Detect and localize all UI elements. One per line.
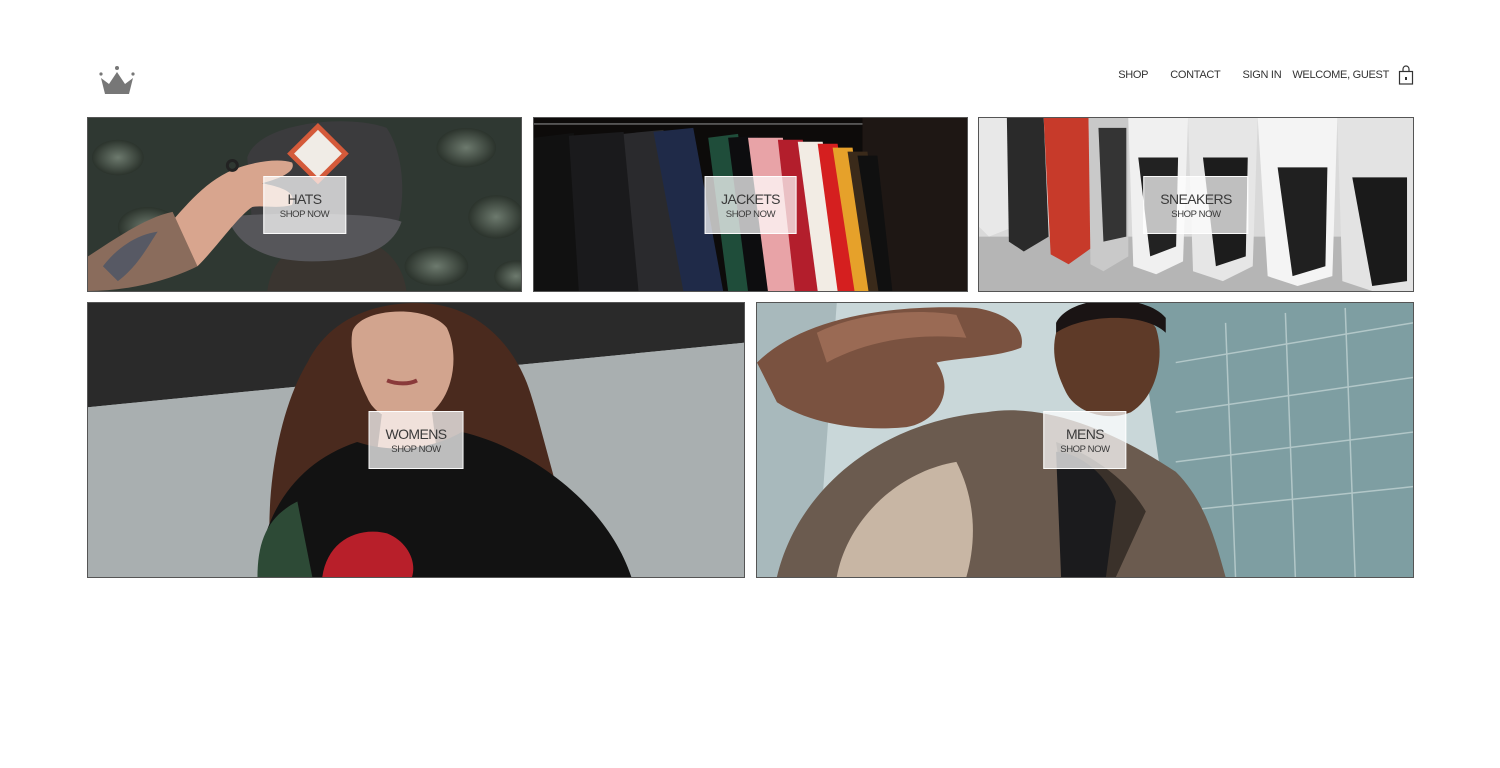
category-tile-womens[interactable]: WOMENS SHOP NOW: [87, 302, 745, 578]
mens-label-box[interactable]: MENS SHOP NOW: [1043, 411, 1127, 469]
jackets-label-box[interactable]: JACKETS SHOP NOW: [704, 175, 797, 234]
main-nav: SHOP CONTACT SIGN IN WELCOME, GUEST: [1118, 65, 1414, 85]
category-title: HATS: [287, 190, 323, 207]
shop-now-label: SHOP NOW: [391, 444, 441, 455]
category-title: WOMENS: [385, 426, 448, 442]
site-header: SHOP CONTACT SIGN IN WELCOME, GUEST: [87, 56, 1414, 100]
welcome-guest-text: WELCOME, GUEST: [1292, 69, 1389, 81]
category-title: JACKETS: [721, 190, 780, 207]
shopping-bag-icon[interactable]: [1398, 65, 1414, 85]
category-tile-hats[interactable]: HATS SHOP NOW: [87, 117, 522, 292]
nav-sign-in-link[interactable]: SIGN IN: [1242, 69, 1281, 81]
category-tile-jackets[interactable]: JACKETS SHOP NOW: [533, 117, 968, 292]
shop-now-label: SHOP NOW: [279, 208, 330, 220]
womens-label-box[interactable]: WOMENS SHOP NOW: [368, 411, 464, 469]
nav-contact-link[interactable]: CONTACT: [1170, 69, 1221, 81]
category-title: SNEAKERS: [1160, 190, 1232, 207]
category-tile-mens[interactable]: MENS SHOP NOW: [756, 302, 1414, 578]
category-tile-sneakers[interactable]: SNEAKERS SHOP NOW: [978, 117, 1414, 292]
shop-now-label: SHOP NOW: [1171, 208, 1221, 220]
shop-now-label: SHOP NOW: [1060, 444, 1110, 455]
sneakers-label-box[interactable]: SNEAKERS SHOP NOW: [1143, 175, 1249, 234]
crown-icon[interactable]: [97, 64, 137, 96]
category-title: MENS: [1065, 426, 1105, 442]
nav-shop-link[interactable]: SHOP: [1118, 69, 1148, 81]
shop-now-label: SHOP NOW: [725, 208, 776, 220]
hats-label-box[interactable]: HATS SHOP NOW: [262, 175, 347, 234]
